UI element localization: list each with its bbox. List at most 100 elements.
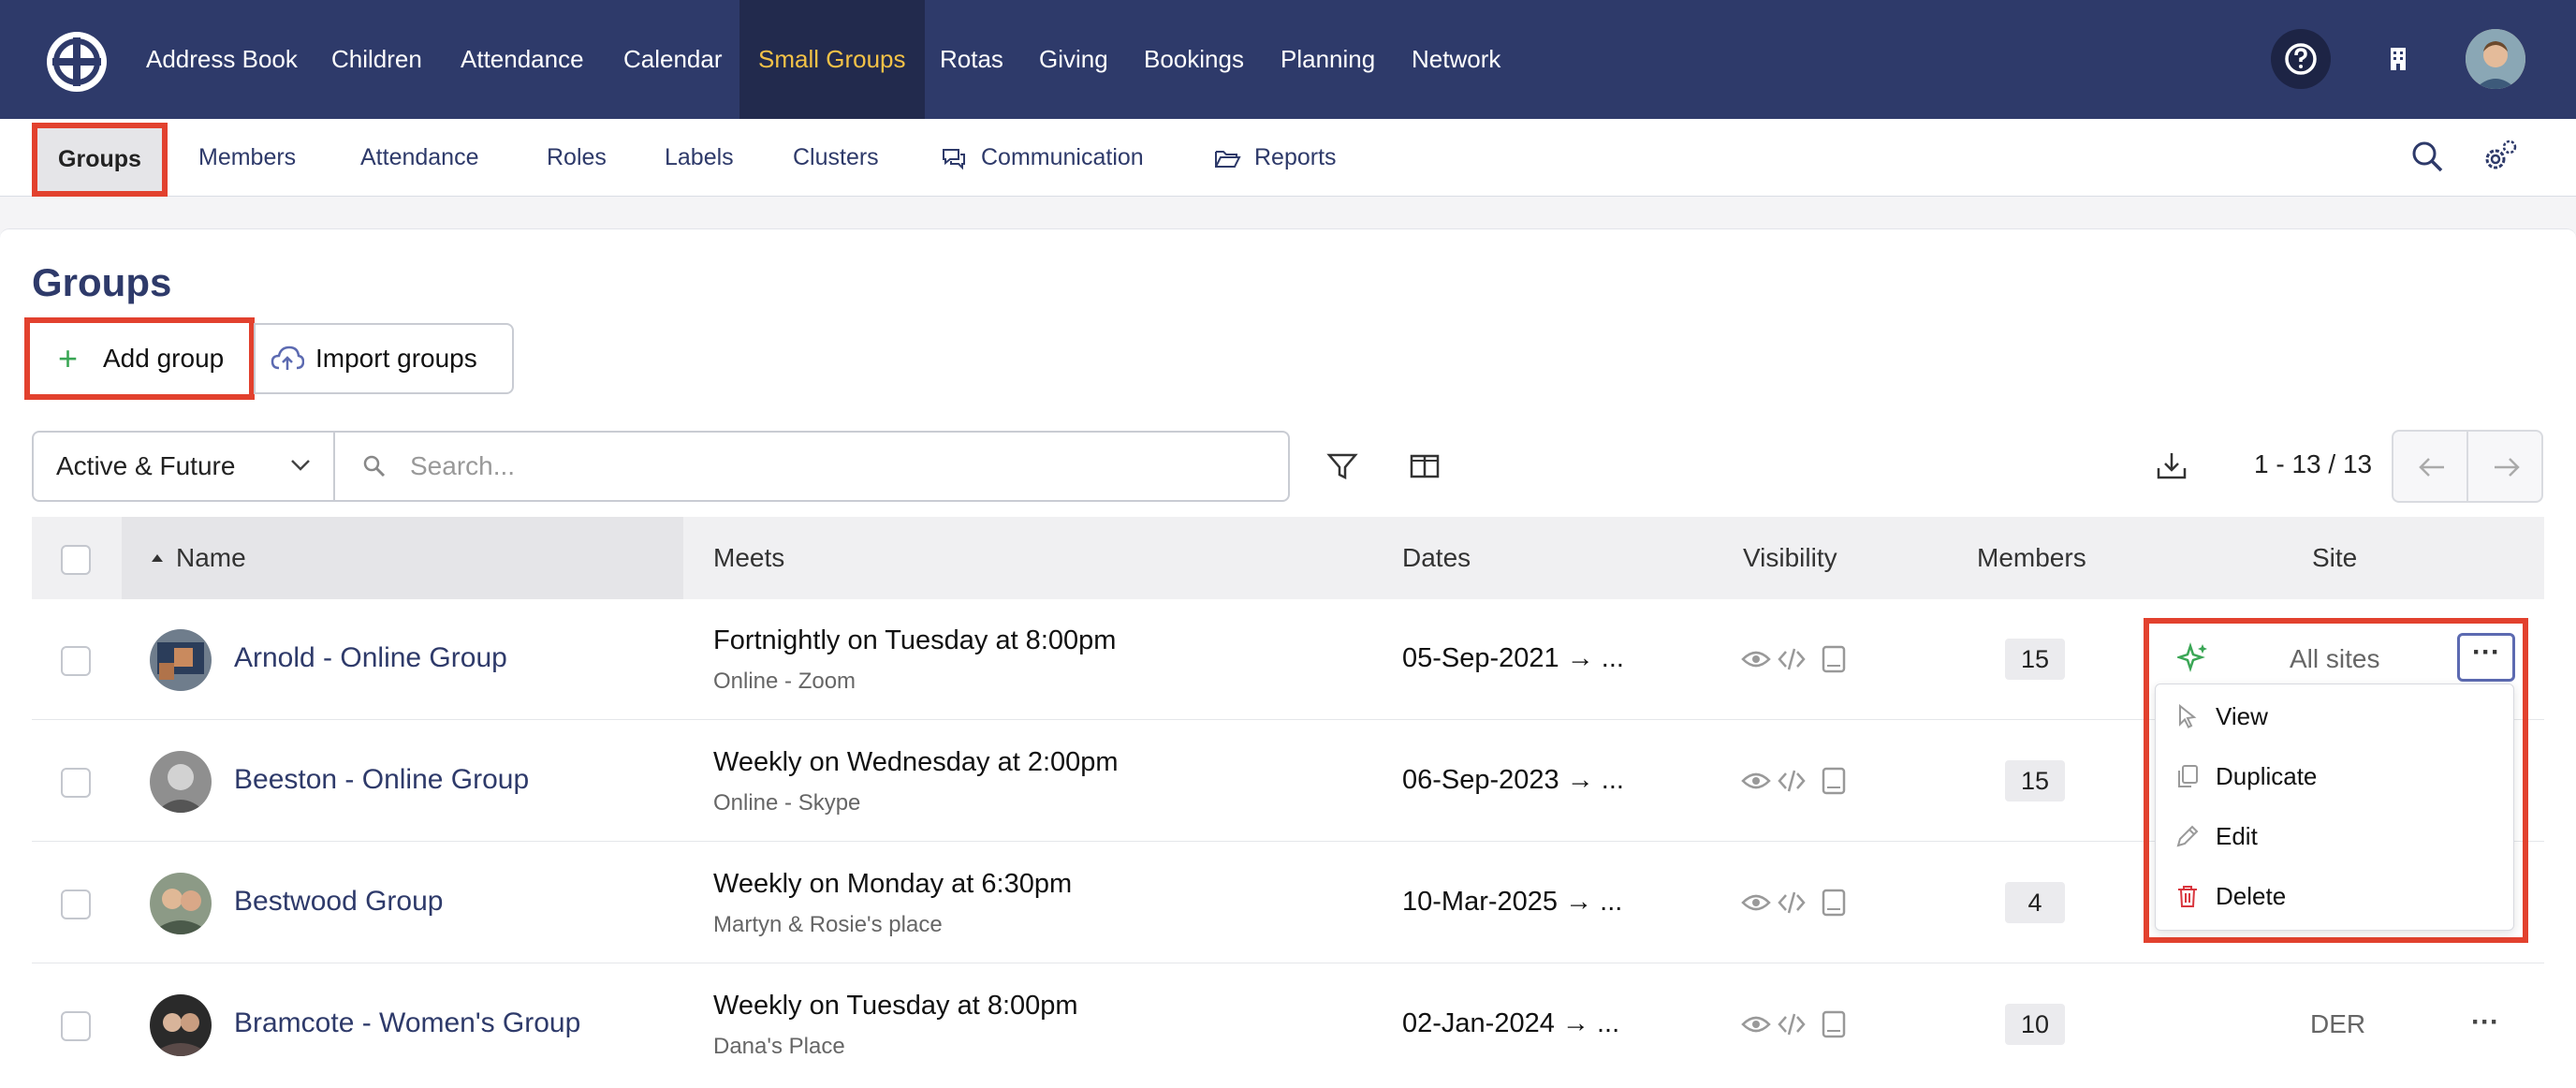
code-icon <box>1778 770 1806 792</box>
column-site[interactable]: Site <box>2312 543 2357 573</box>
menu-item-label: View <box>2216 702 2268 730</box>
menu-item-label: Delete <box>2216 882 2287 910</box>
eye-icon <box>1741 772 1771 789</box>
menu-item-view[interactable]: View <box>2156 688 2515 744</box>
previous-page-button[interactable] <box>2392 430 2468 503</box>
nav-planning[interactable]: Planning <box>1281 0 1375 119</box>
pointer-icon <box>2179 703 2197 728</box>
row-checkbox[interactable] <box>61 1011 91 1041</box>
building-icon[interactable] <box>2368 29 2428 89</box>
row-checkbox[interactable] <box>61 890 91 919</box>
row-actions-button[interactable]: ··· <box>2462 1006 2509 1049</box>
nav-giving[interactable]: Giving <box>1039 0 1108 119</box>
nav-calendar[interactable]: Calendar <box>623 0 723 119</box>
tab-groups[interactable]: Groups <box>32 123 168 197</box>
code-icon <box>1778 648 1806 670</box>
nav-address-book[interactable]: Address Book <box>146 0 298 119</box>
group-avatar <box>150 873 212 934</box>
status-filter-select[interactable]: Active & Future <box>32 431 335 502</box>
nav-children[interactable]: Children <box>331 0 422 119</box>
sort-up-icon <box>152 554 163 562</box>
filter-icon[interactable] <box>1324 448 1361 485</box>
search-icon[interactable] <box>2408 137 2447 176</box>
import-groups-label: Import groups <box>315 344 477 373</box>
tablet-icon <box>1822 889 1846 917</box>
copy-icon <box>2178 765 2198 787</box>
visibility-icons <box>1741 645 1846 673</box>
date-suffix: → ... <box>1565 887 1623 917</box>
column-name[interactable]: Name <box>176 543 246 573</box>
trash-icon <box>2178 886 2197 907</box>
members-count-badge: 15 <box>2005 639 2065 680</box>
column-meets[interactable]: Meets <box>713 543 784 573</box>
import-groups-button[interactable]: Import groups <box>254 323 514 394</box>
add-group-button[interactable]: + Add group <box>24 317 255 400</box>
meeting-schedule: Fortnightly on Tuesday at 8:00pm <box>713 625 1117 655</box>
site-value: DER <box>2310 1009 2366 1038</box>
select-all-checkbox[interactable] <box>61 545 91 575</box>
row-checkbox[interactable] <box>61 646 91 676</box>
pagination-info: 1 - 13 / 13 <box>2254 449 2373 478</box>
chevron-down-icon <box>291 460 310 471</box>
group-name-link[interactable]: Beeston - Online Group <box>234 764 529 796</box>
menu-item-edit[interactable]: Edit <box>2156 808 2515 864</box>
group-name-link[interactable]: Bestwood Group <box>234 886 443 918</box>
status-filter-value: Active & Future <box>56 451 236 480</box>
search-input[interactable]: Search... <box>333 431 1290 502</box>
tab-members[interactable]: Members <box>198 119 296 197</box>
download-icon[interactable] <box>2153 448 2190 485</box>
column-dates[interactable]: Dates <box>1402 543 1471 573</box>
visibility-icons <box>1741 1010 1846 1038</box>
row-actions-button[interactable]: ··· <box>2457 633 2515 682</box>
tab-communication[interactable]: Communication <box>940 119 1144 197</box>
table-header <box>32 517 2544 599</box>
search-icon <box>363 455 386 478</box>
tab-attendance[interactable]: Attendance <box>360 119 479 197</box>
settings-gears-icon[interactable] <box>2481 137 2520 176</box>
tablet-icon <box>1822 645 1846 673</box>
meeting-place: Martyn & Rosie's place <box>713 912 943 937</box>
eye-icon <box>1741 651 1771 668</box>
visibility-icons <box>1741 767 1846 795</box>
nav-small-groups[interactable]: Small Groups <box>739 0 925 119</box>
site-value: All sites <box>2290 644 2380 673</box>
group-name-link[interactable]: Arnold - Online Group <box>234 642 507 674</box>
arrow-right-icon <box>2495 458 2520 477</box>
help-icon[interactable] <box>2271 29 2331 89</box>
plus-icon: + <box>58 339 79 377</box>
nav-attendance[interactable]: Attendance <box>461 0 584 119</box>
group-name-link[interactable]: Bramcote - Women's Group <box>234 1007 580 1039</box>
page-title: Groups <box>32 260 172 304</box>
tab-reports[interactable]: Reports <box>1213 119 1337 197</box>
row-actions-menu: View Duplicate Edit Delete <box>2155 684 2514 931</box>
folder-open-icon <box>1215 151 1241 169</box>
nav-bookings[interactable]: Bookings <box>1144 0 1244 119</box>
group-avatar <box>150 629 212 691</box>
column-visibility[interactable]: Visibility <box>1743 543 1837 573</box>
tab-reports-label: Reports <box>1254 144 1337 170</box>
start-date: 10-Mar-2025 <box>1402 887 1559 917</box>
tablet-icon <box>1822 1010 1846 1038</box>
user-avatar[interactable] <box>2466 29 2525 89</box>
meeting-place: Dana's Place <box>713 1034 845 1059</box>
menu-item-duplicate[interactable]: Duplicate <box>2156 748 2515 804</box>
tab-roles[interactable]: Roles <box>547 119 607 197</box>
column-members[interactable]: Members <box>1977 543 2086 573</box>
date-suffix: → ... <box>1566 643 1624 673</box>
group-avatar <box>150 751 212 813</box>
menu-item-delete[interactable]: Delete <box>2156 868 2515 924</box>
meeting-schedule: Weekly on Monday at 6:30pm <box>713 869 1073 899</box>
next-page-button[interactable] <box>2466 430 2543 503</box>
nav-rotas[interactable]: Rotas <box>940 0 1003 119</box>
row-checkbox[interactable] <box>61 768 91 798</box>
group-dates: 05-Sep-2021 → ... <box>1402 643 1624 674</box>
tab-labels[interactable]: Labels <box>665 119 734 197</box>
nav-network[interactable]: Network <box>1412 0 1500 119</box>
meeting-place: Online - Zoom <box>713 669 856 694</box>
meeting-schedule: Weekly on Tuesday at 8:00pm <box>713 991 1078 1021</box>
columns-icon[interactable] <box>1406 448 1443 485</box>
chat-icon <box>943 149 965 170</box>
logo-icon[interactable] <box>45 30 109 94</box>
tab-clusters[interactable]: Clusters <box>793 119 879 197</box>
sub-navigation-bar: Members Attendance Roles Labels Clusters… <box>0 119 2576 197</box>
